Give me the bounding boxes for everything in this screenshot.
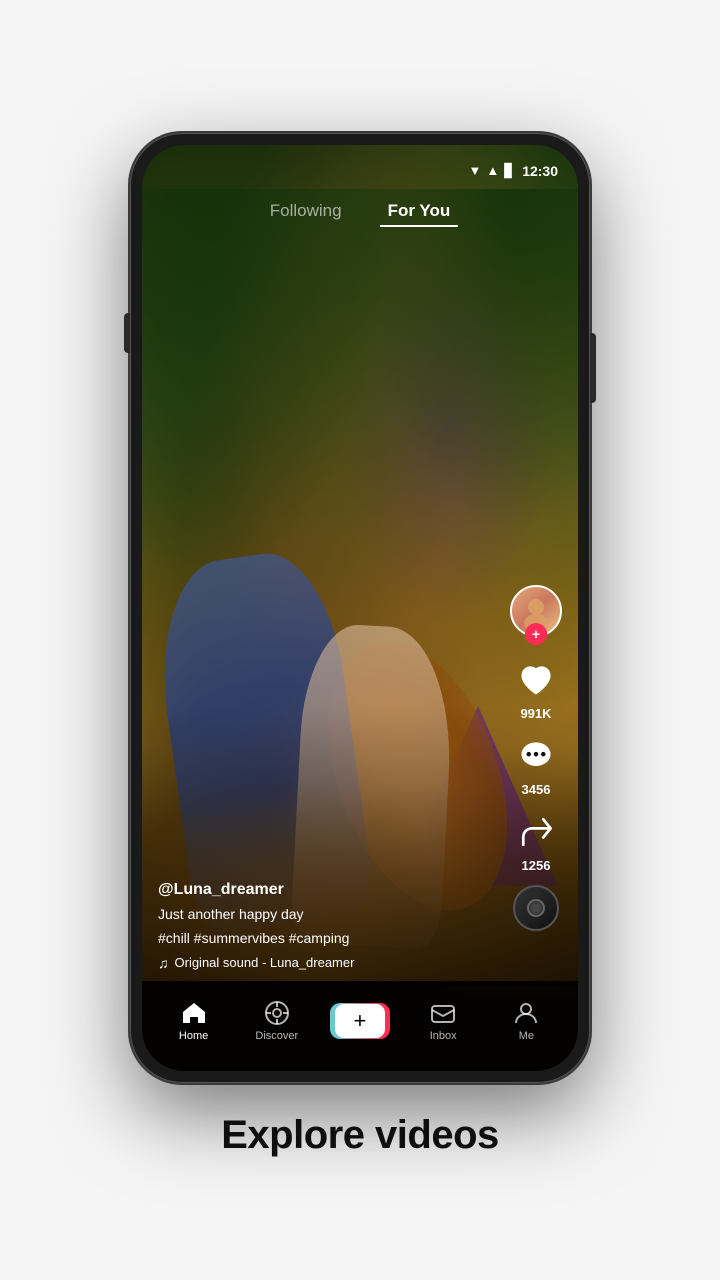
- nav-home-label: Home: [179, 1030, 208, 1042]
- share-action[interactable]: 1256: [513, 809, 559, 873]
- phone-container: ▼ ▲ ▊ 12:30 Following For You: [130, 133, 590, 1083]
- comment-count: 3456: [522, 782, 551, 797]
- spinning-disk-icon: [513, 885, 559, 931]
- nav-discover-label: Discover: [255, 1030, 298, 1042]
- add-icon: +: [354, 1010, 367, 1032]
- status-icons: ▼ ▲ ▊ 12:30: [468, 163, 558, 179]
- status-time: 12:30: [522, 163, 558, 179]
- video-caption-line2: #chill #summervibes #camping: [158, 929, 498, 949]
- tab-for-you[interactable]: For You: [380, 197, 459, 227]
- nav-inbox-label: Inbox: [430, 1030, 457, 1042]
- creator-username[interactable]: @Luna_dreamer: [158, 881, 498, 899]
- nav-home[interactable]: Home: [164, 1000, 224, 1042]
- share-count: 1256: [522, 858, 551, 873]
- nav-add[interactable]: +: [330, 1003, 390, 1039]
- battery-icon: ▊: [504, 163, 514, 179]
- top-navigation: Following For You: [142, 189, 578, 235]
- sound-row[interactable]: ♫ Original sound - Luna_dreamer: [158, 955, 498, 971]
- tab-following[interactable]: Following: [262, 197, 350, 227]
- page-wrapper: ▼ ▲ ▊ 12:30 Following For You: [0, 0, 720, 1280]
- add-button[interactable]: +: [334, 1003, 386, 1039]
- nav-discover[interactable]: Discover: [247, 1000, 307, 1042]
- comment-action[interactable]: 3456: [513, 733, 559, 797]
- bottom-navigation: Home Discover: [142, 981, 578, 1071]
- right-actions: + 991K: [510, 585, 562, 931]
- signal-icon: ▲: [486, 163, 499, 178]
- follow-button[interactable]: +: [525, 623, 547, 645]
- phone-screen: ▼ ▲ ▊ 12:30 Following For You: [142, 145, 578, 1071]
- add-button-inner: +: [335, 1004, 385, 1038]
- disk-inner: [527, 899, 545, 917]
- status-bar: ▼ ▲ ▊ 12:30: [142, 145, 578, 189]
- page-title: Explore videos: [221, 1113, 499, 1158]
- phone-shell: ▼ ▲ ▊ 12:30 Following For You: [130, 133, 590, 1083]
- nav-inbox[interactable]: Inbox: [413, 1000, 473, 1042]
- video-caption-line1: Just another happy day: [158, 905, 498, 925]
- video-overlay: @Luna_dreamer Just another happy day #ch…: [158, 881, 498, 970]
- like-action[interactable]: 991K: [513, 657, 559, 721]
- nav-me[interactable]: Me: [496, 1000, 556, 1042]
- share-icon: [513, 809, 559, 855]
- sound-text: Original sound - Luna_dreamer: [175, 955, 355, 970]
- music-disk[interactable]: [513, 885, 559, 931]
- nav-me-label: Me: [519, 1030, 534, 1042]
- music-note-icon: ♫: [158, 955, 169, 971]
- like-count: 991K: [520, 706, 551, 721]
- comment-icon: [513, 733, 559, 779]
- wifi-icon: ▼: [468, 163, 481, 178]
- person-left: [147, 545, 377, 936]
- creator-avatar[interactable]: +: [510, 585, 562, 637]
- like-icon: [513, 657, 559, 703]
